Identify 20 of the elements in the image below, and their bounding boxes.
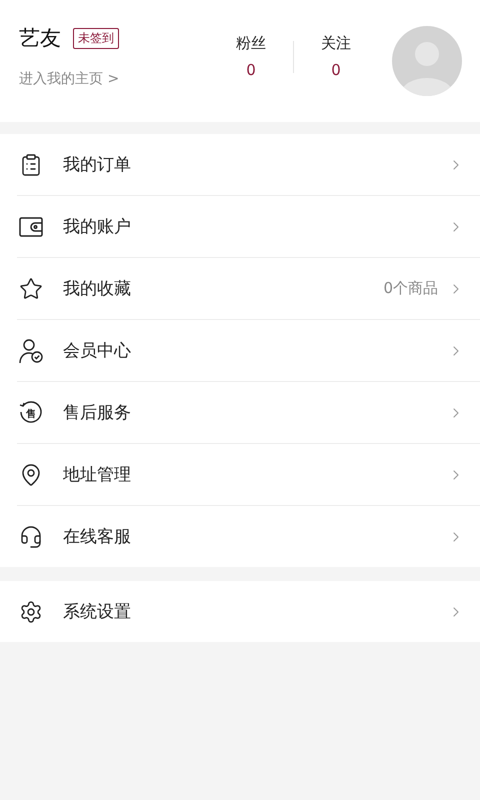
stat-count[interactable]: 0: [246, 60, 256, 78]
settings-icon: [19, 600, 43, 624]
star-icon: [19, 276, 43, 300]
stat-count[interactable]: 0: [331, 60, 341, 78]
menu-item-label[interactable]: 我的订单: [63, 153, 448, 176]
menu-item-label[interactable]: 地址管理: [63, 463, 448, 486]
wallet-icon: [19, 216, 43, 236]
stat-label: 粉丝: [236, 34, 266, 52]
user-check-icon: [18, 338, 44, 364]
menu-item-label[interactable]: 会员中心: [63, 339, 448, 362]
menu-item-label[interactable]: 在线客服: [63, 525, 448, 548]
check-in-badge[interactable]: 未签到: [73, 28, 119, 48]
user-name: 艺友: [19, 25, 61, 52]
menu-item-label[interactable]: 售后服务: [63, 401, 448, 424]
menu-item-detail: 0个商品: [383, 279, 438, 298]
stat-label: 关注: [321, 34, 351, 52]
menu-item-label[interactable]: 我的收藏: [63, 277, 384, 300]
menu-item-label[interactable]: 我的账户: [63, 215, 448, 238]
headset-icon: [19, 524, 43, 548]
homepage-link[interactable]: 进入我的主页 >: [19, 71, 120, 87]
